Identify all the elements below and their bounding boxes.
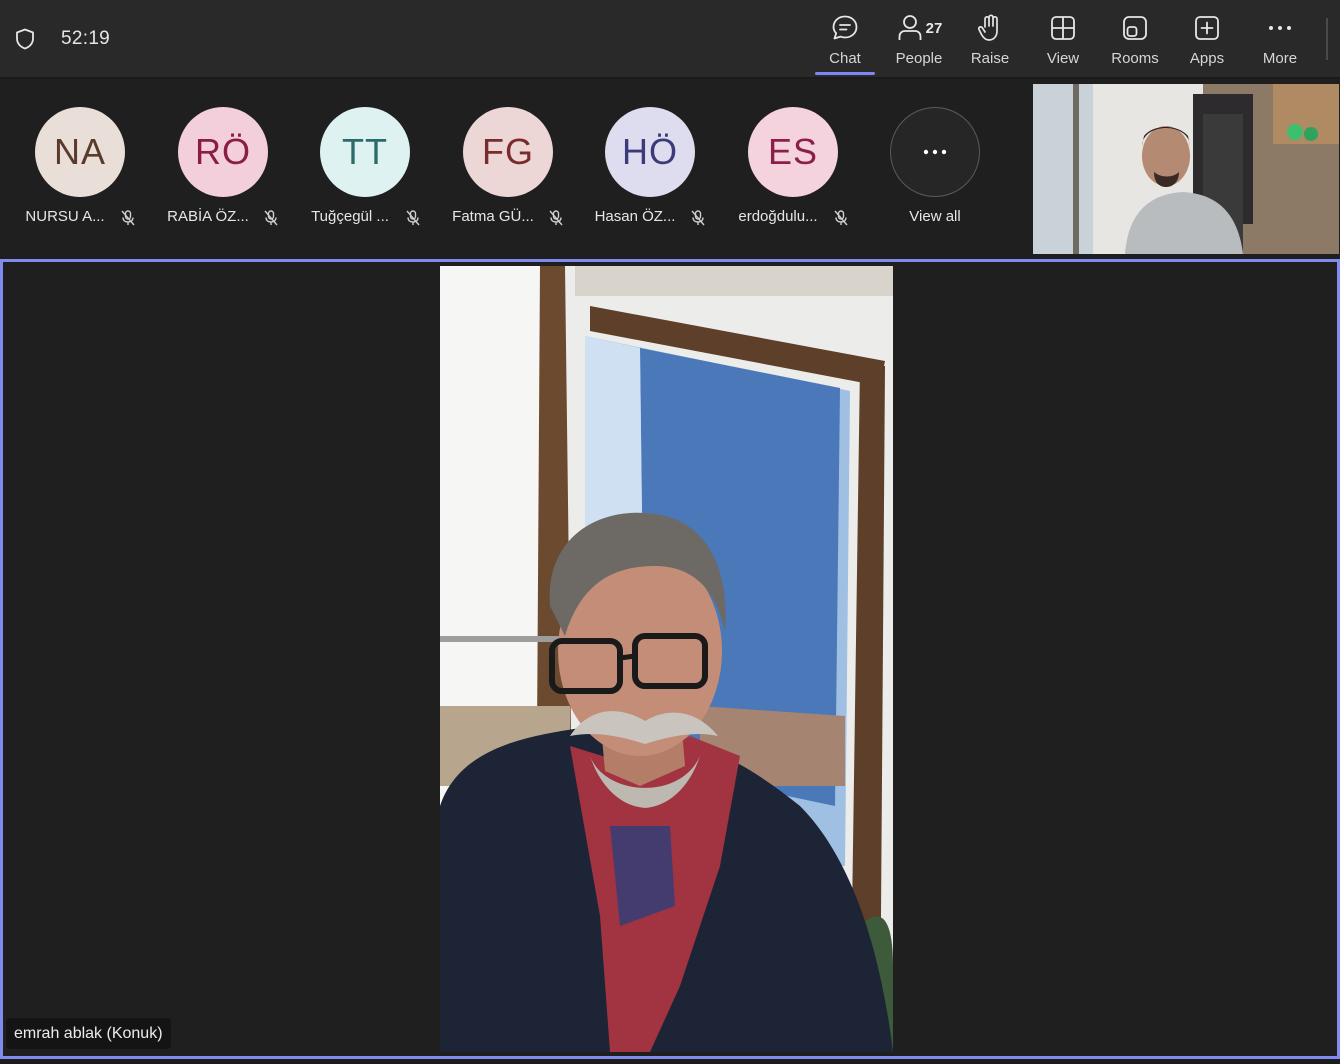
speaker-video[interactable] <box>440 266 893 1052</box>
view-label: View <box>1046 50 1080 67</box>
raise-label: Raise <box>970 50 1010 67</box>
view-all-button[interactable] <box>890 107 980 197</box>
muted-mic-icon <box>549 210 563 226</box>
view-all-label: View all <box>909 208 961 225</box>
participant-tile[interactable]: HÖ Hasan ÖZ... <box>585 107 715 237</box>
speaker-video-frame <box>440 266 893 1052</box>
participant-name: Hasan ÖZ... <box>594 208 676 225</box>
rooms-label: Rooms <box>1111 50 1159 67</box>
grid-view-icon <box>1051 16 1075 40</box>
breakout-rooms-icon <box>1123 16 1147 40</box>
participant-name: Tuğçegül ... <box>311 208 389 225</box>
raise-hand-button[interactable]: Raise <box>954 12 1026 72</box>
participant-tile[interactable]: RÖ RABİA ÖZ... <box>158 107 288 237</box>
toolbar-divider <box>1326 18 1328 60</box>
participant-name: RABİA ÖZ... <box>167 208 249 225</box>
meeting-toolbar: 52:19 Chat 27 People Raise View Rooms Ap… <box>0 0 1340 78</box>
muted-mic-icon <box>834 210 848 226</box>
participant-name: NURSU A... <box>25 208 105 225</box>
raise-hand-icon <box>977 14 998 41</box>
muted-mic-icon <box>691 210 705 226</box>
people-button[interactable]: 27 People <box>881 12 957 72</box>
people-label: People <box>895 50 943 67</box>
apps-label: Apps <box>1189 50 1225 67</box>
avatar: RÖ <box>178 107 268 197</box>
view-button[interactable]: View <box>1027 12 1099 72</box>
speaker-name-label: emrah ablak (Konuk) <box>6 1018 171 1049</box>
muted-mic-icon <box>121 210 135 226</box>
participant-name: erdoğdulu... <box>738 208 818 225</box>
more-options-icon <box>923 149 947 155</box>
person-icon <box>898 15 922 40</box>
main-stage: emrah ablak (Konuk) <box>0 259 1340 1059</box>
add-app-icon <box>1195 16 1219 40</box>
more-label: More <box>1262 50 1298 67</box>
participant-tile[interactable]: FG Fatma GÜ... <box>443 107 573 237</box>
participant-name: Fatma GÜ... <box>452 208 534 225</box>
active-tab-indicator <box>815 72 875 75</box>
participant-tile[interactable]: NA NURSU A... <box>15 107 145 237</box>
meeting-timer: 52:19 <box>61 28 111 49</box>
people-count: 27 <box>925 19 943 37</box>
avatar: TT <box>320 107 410 197</box>
muted-mic-icon <box>406 210 420 226</box>
participant-tile[interactable]: ES erdoğdulu... <box>728 107 858 237</box>
muted-mic-icon <box>264 210 278 226</box>
self-view-video[interactable] <box>1033 84 1339 254</box>
more-options-icon <box>1269 26 1291 30</box>
apps-button[interactable]: Apps <box>1171 12 1243 72</box>
participant-strip: NA NURSU A... RÖ RABİA ÖZ... TT Tuğçegül… <box>0 79 1340 259</box>
participant-tile[interactable]: TT Tuğçegül ... <box>300 107 430 237</box>
chat-icon <box>832 15 858 40</box>
rooms-button[interactable]: Rooms <box>1099 12 1171 72</box>
chat-button[interactable]: Chat <box>809 12 881 72</box>
avatar: ES <box>748 107 838 197</box>
avatar: FG <box>463 107 553 197</box>
more-button[interactable]: More <box>1244 12 1316 72</box>
chat-label: Chat <box>829 50 861 67</box>
avatar: NA <box>35 107 125 197</box>
self-view-video-frame <box>1033 84 1339 254</box>
avatar: HÖ <box>605 107 695 197</box>
shield-icon <box>16 28 34 50</box>
